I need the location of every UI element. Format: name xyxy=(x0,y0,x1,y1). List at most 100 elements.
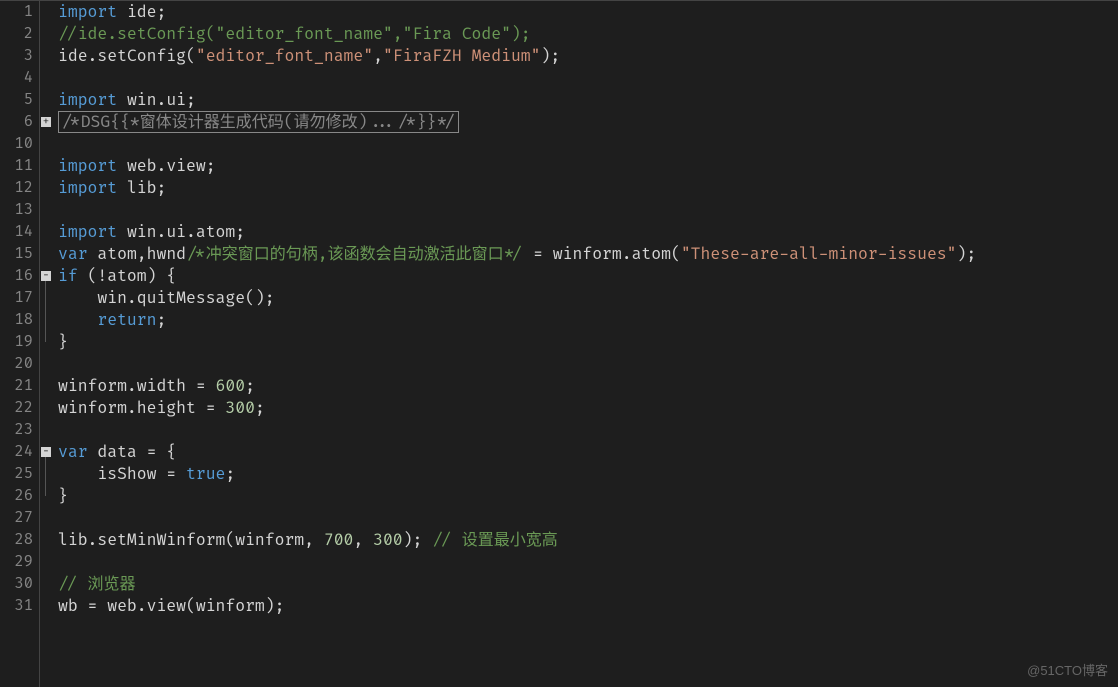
line-number: 28 xyxy=(0,529,33,551)
code-line[interactable] xyxy=(58,507,1118,529)
fold-expand-icon[interactable]: + xyxy=(41,117,51,127)
line-number: 27 xyxy=(0,507,33,529)
fold-collapse-icon[interactable]: − xyxy=(41,447,51,457)
code-line[interactable]: /*DSG{{*窗体设计器生成代码(请勿修改).../*}}*/ xyxy=(58,111,1118,133)
line-number: 23 xyxy=(0,419,33,441)
code-line[interactable]: import ide; xyxy=(58,1,1118,23)
line-number: 17 xyxy=(0,287,33,309)
code-token-keyword: import xyxy=(58,90,117,110)
line-number: 4 xyxy=(0,67,33,89)
code-token-ident: wb = web.view(winform) xyxy=(58,596,275,616)
code-token-punct: } xyxy=(58,332,68,352)
code-token-keyword: var xyxy=(58,442,88,462)
code-token-ident: atom,hwnd xyxy=(97,244,186,264)
code-line[interactable]: import lib; xyxy=(58,177,1118,199)
line-number-gutter: 1234561011121314151617181920212223242526… xyxy=(0,1,40,687)
code-token-punct: } xyxy=(58,486,68,506)
code-token-punct xyxy=(88,244,98,264)
line-number: 14 xyxy=(0,221,33,243)
line-number: 10 xyxy=(0,133,33,155)
watermark: @51CTO博客 xyxy=(1027,660,1108,679)
code-token-punct: data = { xyxy=(88,442,177,462)
line-number: 21 xyxy=(0,375,33,397)
code-line[interactable] xyxy=(58,67,1118,89)
code-token-keyword: import xyxy=(58,178,117,198)
code-line[interactable] xyxy=(58,419,1118,441)
code-line[interactable]: wb = web.view(winform); xyxy=(58,595,1118,617)
code-token-punct: isShow = xyxy=(58,464,186,484)
code-token-comment: /*冲突窗口的句柄,该函数会自动激活此窗口*/ xyxy=(186,244,523,264)
code-token-punct: ); xyxy=(403,530,433,550)
line-number: 29 xyxy=(0,551,33,573)
line-number: 19 xyxy=(0,331,33,353)
code-token-punct: ; xyxy=(225,464,235,484)
code-line[interactable]: var atom,hwnd/*冲突窗口的句柄,该函数会自动激活此窗口*/ = w… xyxy=(58,243,1118,265)
fold-guide-line xyxy=(45,281,46,342)
code-line[interactable]: } xyxy=(58,485,1118,507)
code-token-punct xyxy=(117,178,127,198)
code-token-ident: ide.setConfig( xyxy=(58,46,196,66)
line-number: 13 xyxy=(0,199,33,221)
code-token-number: 300 xyxy=(225,398,255,418)
code-token-punct: , xyxy=(353,530,373,550)
code-token-punct: ; xyxy=(275,596,285,616)
line-number: 18 xyxy=(0,309,33,331)
code-line[interactable]: } xyxy=(58,331,1118,353)
line-number: 20 xyxy=(0,353,33,375)
code-token-punct: = winform.atom( xyxy=(523,244,681,264)
code-token-ident: winform.width = xyxy=(58,376,216,396)
code-line[interactable]: winform.width = 600; xyxy=(58,375,1118,397)
code-area[interactable]: import ide;//ide.setConfig("editor_font_… xyxy=(52,1,1118,687)
code-line[interactable]: import web.view; xyxy=(58,155,1118,177)
code-token-punct: ); xyxy=(541,46,561,66)
code-line[interactable]: lib.setMinWinform(winform, 700, 300); //… xyxy=(58,529,1118,551)
line-number: 24 xyxy=(0,441,33,463)
code-token-ident: win.ui.atom xyxy=(127,222,235,242)
code-line[interactable]: if (!atom) { xyxy=(58,265,1118,287)
line-number: 11 xyxy=(0,155,33,177)
code-line[interactable]: var data = { xyxy=(58,441,1118,463)
line-number: 5 xyxy=(0,89,33,111)
code-token-ident: win.quitMessage() xyxy=(97,288,264,308)
code-line[interactable]: //ide.setConfig("editor_font_name","Fira… xyxy=(58,23,1118,45)
code-token-ident: ide xyxy=(127,2,157,22)
code-token-ident: lib xyxy=(127,178,157,198)
line-number: 15 xyxy=(0,243,33,265)
code-token-punct: ; xyxy=(156,310,166,330)
code-token-string: "FiraFZH Medium" xyxy=(383,46,541,66)
code-token-punct xyxy=(117,2,127,22)
code-token-keyword: import xyxy=(58,2,117,22)
code-token-comment: // 浏览器 xyxy=(58,574,136,594)
code-editor[interactable]: 1234561011121314151617181920212223242526… xyxy=(0,0,1118,687)
code-line[interactable]: // 浏览器 xyxy=(58,573,1118,595)
code-line[interactable]: winform.height = 300; xyxy=(58,397,1118,419)
line-number: 3 xyxy=(0,45,33,67)
code-token-punct xyxy=(117,156,127,176)
code-line[interactable]: win.quitMessage(); xyxy=(58,287,1118,309)
line-number: 26 xyxy=(0,485,33,507)
code-line[interactable] xyxy=(58,353,1118,375)
code-token-comment: // 设置最小宽高 xyxy=(432,530,558,550)
code-line[interactable]: import win.ui; xyxy=(58,89,1118,111)
code-line[interactable] xyxy=(58,199,1118,221)
fold-guide-line xyxy=(45,457,46,496)
code-line[interactable] xyxy=(58,133,1118,155)
code-line[interactable] xyxy=(58,551,1118,573)
code-line[interactable]: ide.setConfig("editor_font_name","FiraFZ… xyxy=(58,45,1118,67)
code-token-number: 300 xyxy=(373,530,403,550)
code-line[interactable]: return; xyxy=(58,309,1118,331)
code-token-keyword: return xyxy=(97,310,156,330)
code-token-keyword: var xyxy=(58,244,88,264)
code-token-punct: , xyxy=(373,46,383,66)
code-token-punct: ; xyxy=(265,288,275,308)
line-number: 1 xyxy=(0,1,33,23)
code-token-string: "These-are-all-minor-issues" xyxy=(681,244,957,264)
code-line[interactable]: import win.ui.atom; xyxy=(58,221,1118,243)
line-number: 31 xyxy=(0,595,33,617)
code-token-ident: win.ui xyxy=(127,90,186,110)
fold-collapse-icon[interactable]: − xyxy=(41,271,51,281)
code-token-punct xyxy=(58,288,97,308)
code-line[interactable]: isShow = true; xyxy=(58,463,1118,485)
folded-code-region[interactable]: /*DSG{{*窗体设计器生成代码(请勿修改).../*}}*/ xyxy=(58,111,459,133)
code-token-punct: ; xyxy=(156,178,166,198)
